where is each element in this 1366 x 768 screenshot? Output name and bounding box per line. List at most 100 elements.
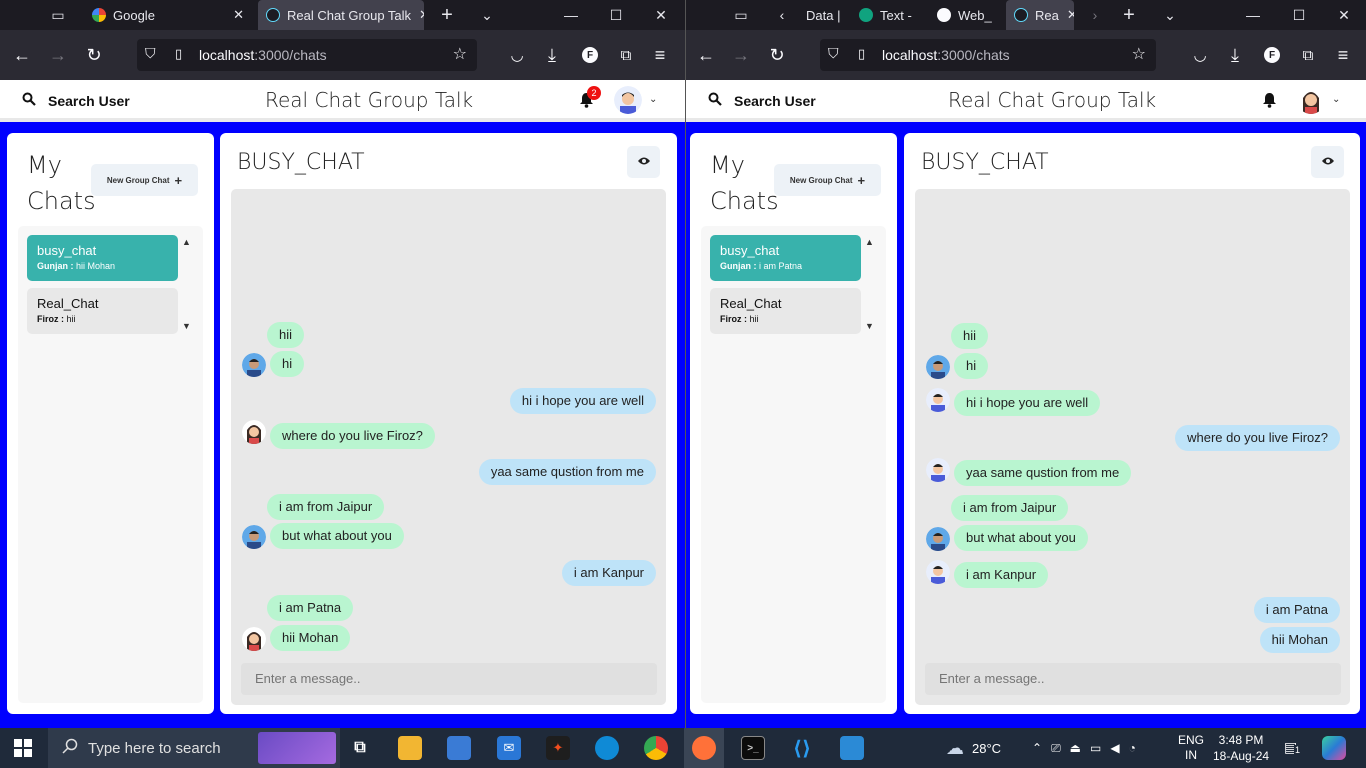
scroll-up-icon[interactable]: ▲ <box>182 237 191 247</box>
new-tab-icon[interactable]: + <box>436 4 458 26</box>
pocket-icon[interactable]: ◡ <box>505 43 529 67</box>
new-group-chat-button[interactable]: New Group Chat + <box>774 164 881 196</box>
firefox-icon[interactable] <box>692 736 716 760</box>
back-icon[interactable]: ← <box>694 43 718 67</box>
mail-icon[interactable]: ✉ <box>497 736 521 760</box>
search-user-label: Search User <box>734 92 816 109</box>
tab-real-chat[interactable]: Real Chat Group Talk ✕ <box>258 0 424 30</box>
chat-item-busy-chat[interactable]: busy_chat Gunjan : hii Mohan <box>27 235 178 281</box>
list-tabs-chevron-icon[interactable]: ⌄ <box>1159 5 1181 25</box>
vscode-icon[interactable]: ⟨⟩ <box>790 736 814 760</box>
chat-item-busy-chat[interactable]: busy_chat Gunjan : i am Patna <box>710 235 861 281</box>
menu-icon[interactable]: ≡ <box>648 43 672 67</box>
weather-widget[interactable]: ☁ 28°C <box>946 728 1001 768</box>
tab-real-chat[interactable]: Rea ✕ <box>1006 0 1074 30</box>
firefox-view-icon[interactable]: ▭ <box>730 5 752 25</box>
search-user-button[interactable]: Search User <box>708 92 816 109</box>
extensions-icon[interactable]: ⧉ <box>1296 43 1320 67</box>
taskbar-search-box[interactable]: Type here to search <box>48 728 340 768</box>
account-icon[interactable]: F <box>578 43 602 67</box>
wifi-icon[interactable]: ◔ <box>1129 741 1136 755</box>
task-view-icon[interactable]: ⧉ <box>348 736 372 760</box>
scroll-down-icon[interactable]: ▼ <box>182 321 191 331</box>
volume-icon[interactable]: ◀ <box>1110 741 1119 755</box>
terminal-icon[interactable]: >_ <box>741 736 765 760</box>
user-avatar[interactable] <box>1297 86 1325 114</box>
meet-now-icon[interactable]: ⎚ <box>1051 741 1061 756</box>
language-indicator[interactable]: ENG IN <box>1178 733 1204 763</box>
user-avatar[interactable] <box>614 86 642 114</box>
close-tab-icon[interactable]: ✕ <box>1059 7 1074 23</box>
new-group-chat-button[interactable]: New Group Chat + <box>91 164 198 196</box>
scroll-down-icon[interactable]: ▼ <box>865 321 874 331</box>
extensions-icon[interactable]: ⧉ <box>614 43 638 67</box>
close-window-icon[interactable]: ✕ <box>650 5 672 25</box>
file-explorer-icon[interactable] <box>398 736 422 760</box>
search-user-button[interactable]: Search User <box>22 92 130 109</box>
scroll-tabs-right-icon[interactable]: › <box>1084 5 1106 25</box>
tab-text[interactable]: Text - <box>851 0 921 30</box>
microsoft-store-icon[interactable] <box>447 736 471 760</box>
windows-taskbar: Type here to search ⧉ ✉ ✦ >_ ⟨⟩ ☁ 28°C ⌃… <box>0 728 1366 768</box>
chevron-up-icon[interactable]: ⌃ <box>1032 741 1042 755</box>
downloads-icon[interactable]: ⤓ <box>1223 43 1247 67</box>
forward-icon[interactable]: → <box>729 43 753 67</box>
chevron-down-icon[interactable]: ⌄ <box>649 94 657 105</box>
chevron-down-icon[interactable]: ⌄ <box>1332 94 1340 105</box>
scroll-up-icon[interactable]: ▲ <box>865 237 874 247</box>
close-tab-icon[interactable]: ✕ <box>411 7 424 23</box>
reload-icon[interactable]: ↻ <box>765 43 789 67</box>
new-tab-icon[interactable]: + <box>1118 4 1140 26</box>
tab-google[interactable]: Google ✕ <box>84 0 252 30</box>
figma-icon[interactable]: ✦ <box>546 736 570 760</box>
notification-bell-icon[interactable]: 2 <box>579 86 601 113</box>
message-input[interactable] <box>925 663 1341 695</box>
list-tabs-chevron-icon[interactable]: ⌄ <box>476 5 498 25</box>
forward-icon[interactable]: → <box>46 43 70 67</box>
message-bubble: hii <box>267 322 305 348</box>
pocket-icon[interactable]: ◡ <box>1188 43 1212 67</box>
chat-item-real-chat[interactable]: Real_Chat Firoz : hii <box>710 288 861 334</box>
chat-item-last-message: Gunjan : i am Patna <box>720 261 803 271</box>
firefox-view-icon[interactable]: ▭ <box>47 5 69 25</box>
windows-start-icon[interactable] <box>14 739 32 757</box>
copilot-icon[interactable] <box>1322 736 1346 760</box>
downloads-icon[interactable]: ⤓ <box>540 43 564 67</box>
battery-icon[interactable]: ▭ <box>1090 741 1101 755</box>
close-window-icon[interactable]: ✕ <box>1333 5 1355 25</box>
reload-icon[interactable]: ↻ <box>82 43 106 67</box>
url-bar[interactable]: ⛉ ▯ localhost:3000/chats ☆ <box>137 39 477 71</box>
shield-icon[interactable]: ⛉ <box>828 45 839 62</box>
back-icon[interactable]: ← <box>10 43 34 67</box>
view-info-button[interactable] <box>1311 146 1344 178</box>
shield-icon[interactable]: ⛉ <box>145 45 156 62</box>
maximize-icon[interactable]: ☐ <box>605 5 627 25</box>
minimize-icon[interactable]: — <box>560 5 582 25</box>
photos-icon[interactable] <box>840 736 864 760</box>
chat-item-real-chat[interactable]: Real_Chat Firoz : hii <box>27 288 178 334</box>
message-input[interactable] <box>241 663 657 695</box>
notification-center-icon[interactable]: ▤ 1 <box>1284 739 1302 756</box>
chrome-icon[interactable] <box>644 736 668 760</box>
search-user-label: Search User <box>48 92 130 109</box>
github-favicon-icon <box>937 8 951 22</box>
view-info-button[interactable] <box>627 146 660 178</box>
url-bar[interactable]: ⛉ ▯ localhost:3000/chats ☆ <box>820 39 1156 71</box>
tab-web[interactable]: Web_ <box>929 0 1001 30</box>
edge-icon[interactable] <box>595 736 619 760</box>
account-icon[interactable]: F <box>1260 43 1284 67</box>
notification-bell-icon[interactable] <box>1262 92 1277 113</box>
maximize-icon[interactable]: ☐ <box>1288 5 1310 25</box>
chat-name-heading: BUSY_CHAT <box>921 150 1049 175</box>
scroll-tabs-left-icon[interactable]: ‹ <box>771 5 793 25</box>
bookmark-star-icon[interactable]: ☆ <box>1132 44 1146 64</box>
usb-icon[interactable]: ⏏ <box>1070 741 1081 755</box>
minimize-icon[interactable]: — <box>1242 5 1264 25</box>
notification-center-count: 1 <box>1294 745 1302 755</box>
close-tab-icon[interactable]: ✕ <box>225 7 244 23</box>
menu-icon[interactable]: ≡ <box>1331 43 1355 67</box>
bookmark-star-icon[interactable]: ☆ <box>453 44 467 64</box>
tab-data[interactable]: Data | <box>798 0 846 30</box>
clock[interactable]: 3:48 PM 18-Aug-24 <box>1213 732 1269 764</box>
chat-item-last-message: Firoz : hii <box>720 314 759 324</box>
